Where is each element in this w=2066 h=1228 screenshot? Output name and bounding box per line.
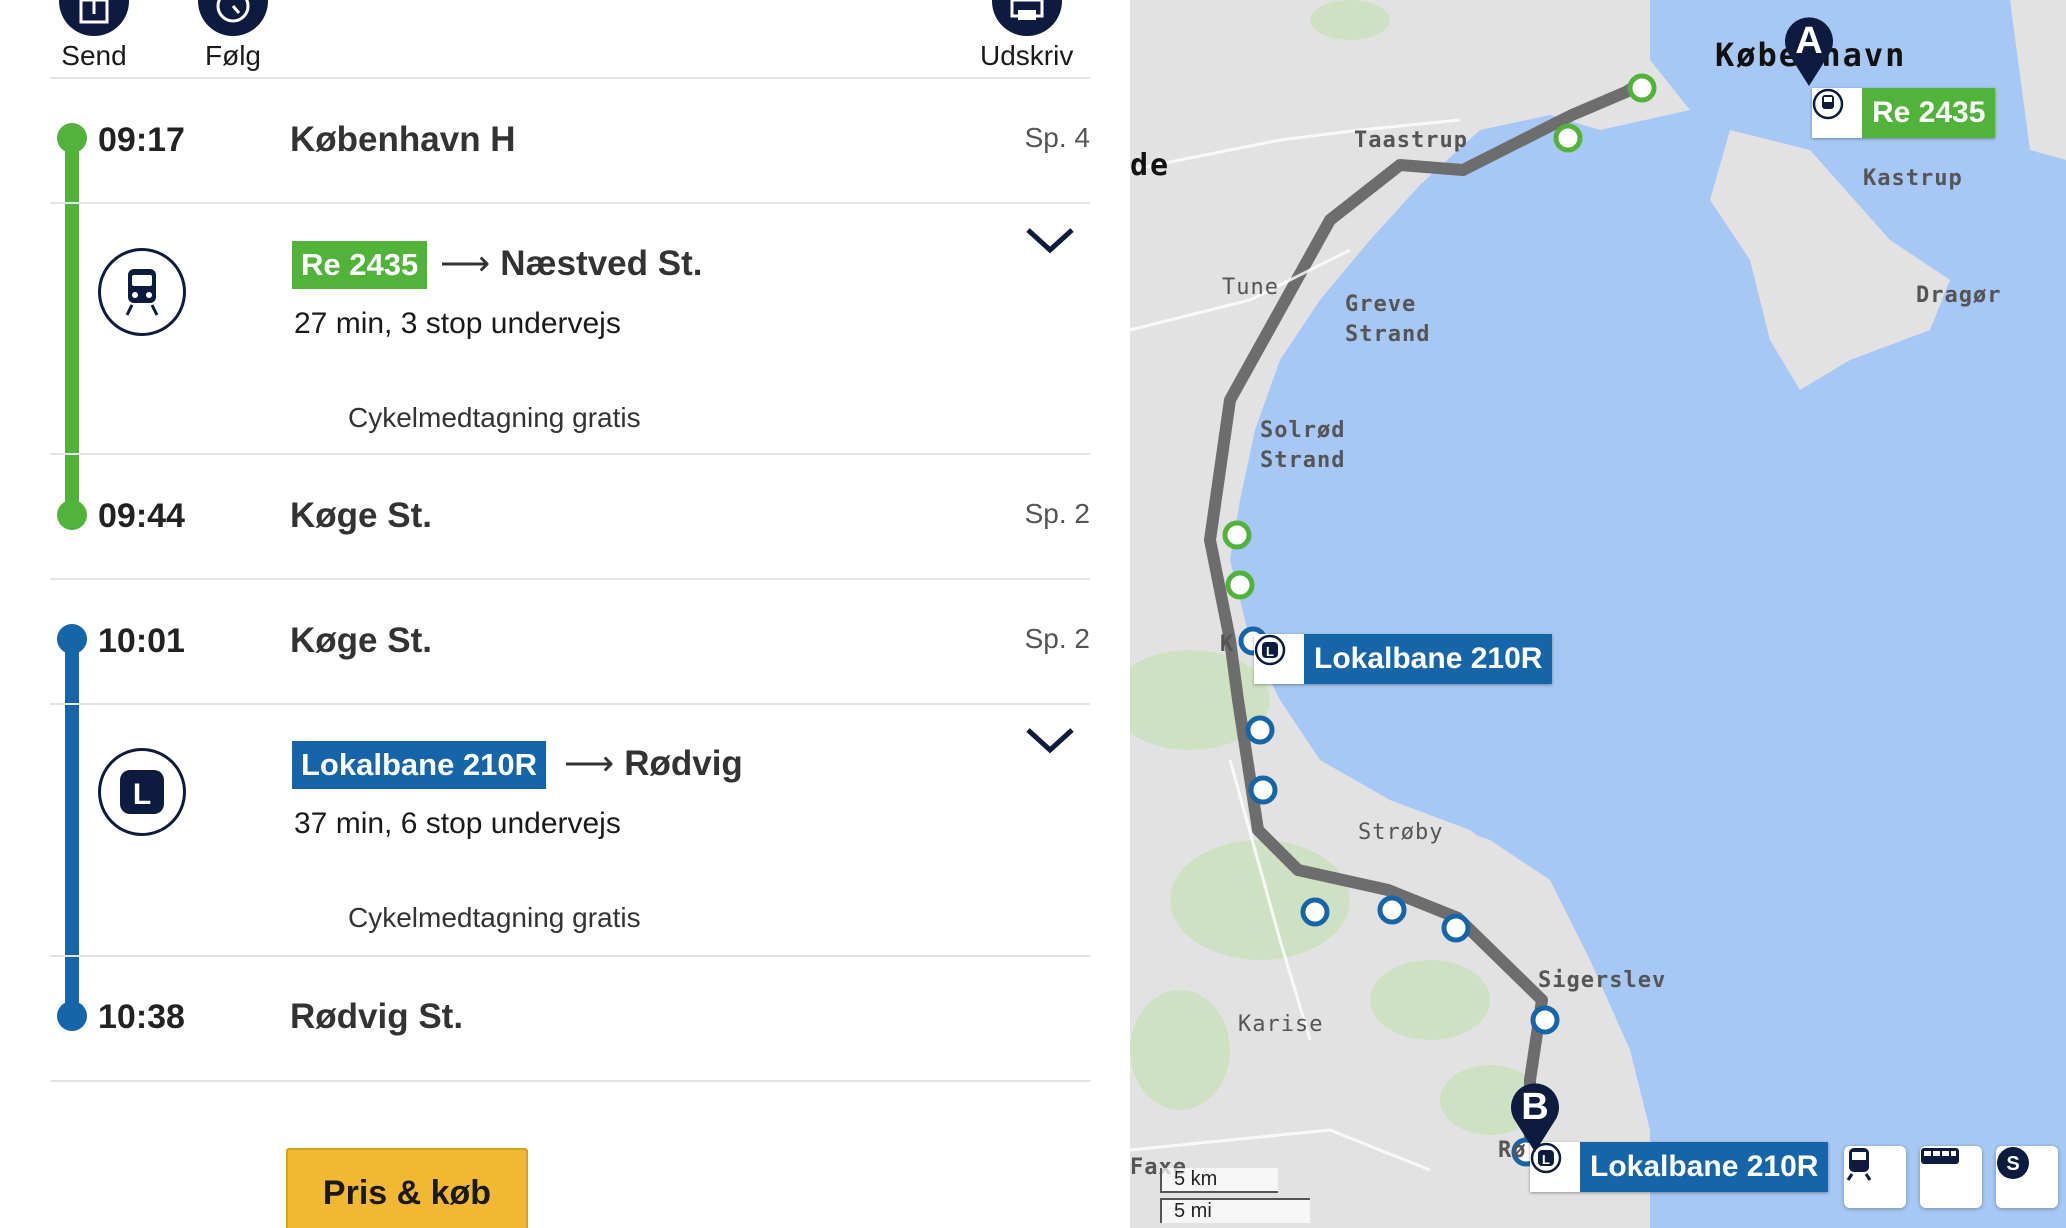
svg-text:L: L <box>1266 644 1274 659</box>
leg2-arrival-dot <box>57 1001 87 1031</box>
leg2-departure-track: Sp. 2 <box>1024 623 1090 654</box>
leg1-arrival-dot <box>57 500 87 530</box>
leg2-timeline <box>65 639 79 1016</box>
filter-train-button[interactable] <box>1844 1146 1906 1208</box>
leg1-bike-note: Cykelmedtagning gratis <box>348 402 641 433</box>
print-button[interactable]: Udskriv <box>980 0 1073 72</box>
leg2-bike-note: Cykelmedtagning gratis <box>348 902 641 933</box>
divider <box>50 1080 1090 1082</box>
place-label-greve: Greve Strand <box>1345 292 1431 347</box>
chevron-down-icon[interactable] <box>1024 225 1076 255</box>
train-icon <box>1846 1148 1872 1181</box>
map-tag-lokal-1-label: Lokalbane 210R <box>1304 634 1553 684</box>
place-label-taastrup: Taastrup <box>1354 128 1468 153</box>
divider <box>50 578 1090 580</box>
chevron-down-icon[interactable] <box>1024 725 1076 755</box>
leg1-destination: ⟶ Næstved St. <box>440 244 702 284</box>
leg2-arrival-time: 10:38 <box>98 998 185 1036</box>
scale-mi: 5 mi <box>1160 1198 1310 1223</box>
pin-b-label: B <box>1521 1086 1549 1128</box>
price-buy-button[interactable]: Pris & køb <box>286 1148 528 1228</box>
leg1-departure-track: Sp. 4 <box>1024 122 1090 153</box>
svg-text:L: L <box>1542 1152 1550 1167</box>
leg1-departure-station[interactable]: København H <box>290 120 516 160</box>
place-label-edge: de <box>1130 148 1171 183</box>
leg2-duration: 37 min, 6 stop undervejs <box>294 807 621 840</box>
map-tag-re[interactable]: Re 2435 <box>1812 88 1996 138</box>
arrow: ⟶ <box>440 244 491 283</box>
leg2-arrival-station[interactable]: Rødvig St. <box>290 997 463 1037</box>
place-label-edge-k: K <box>1220 632 1235 657</box>
divider <box>50 703 1090 705</box>
leg1-departure-time: 09:17 <box>98 121 185 159</box>
leg1-arrival-track: Sp. 2 <box>1024 498 1090 529</box>
send-label: Send <box>61 40 127 71</box>
leg2-departure-dot <box>57 624 87 654</box>
bus-icon <box>1921 1148 1959 1164</box>
leg1-line-badge[interactable]: Re 2435 <box>292 241 428 289</box>
leg2-line-badge[interactable]: Lokalbane 210R <box>292 741 547 789</box>
leg1-arrival-station[interactable]: Køge St. <box>290 496 432 536</box>
map-tag-lokal-2[interactable]: L Lokalbane 210R <box>1530 1142 1829 1192</box>
map-tag-lokal-2-label: Lokalbane 210R <box>1580 1142 1829 1192</box>
svg-text:L: L <box>133 778 151 811</box>
s-train-icon: S <box>1997 1147 2029 1179</box>
map-tag-re-label: Re 2435 <box>1862 88 1996 138</box>
place-label-solrod: Solrød Strand <box>1260 418 1346 473</box>
pin-a-label: A <box>1795 20 1823 62</box>
follow-label: Følg <box>205 40 261 71</box>
journey-panel: Send Følg Udskriv 09:17 København H Sp. … <box>0 0 1130 1228</box>
train-icon <box>1812 88 1862 138</box>
svg-text:S: S <box>2006 1153 2019 1175</box>
divider <box>50 77 1090 79</box>
share-icon <box>59 0 129 36</box>
divider <box>50 453 1090 455</box>
leg1-duration: 27 min, 3 stop undervejs <box>294 307 621 340</box>
place-label-karise: Karise <box>1238 1012 1324 1037</box>
leg2-destination: ⟶ Rødvig <box>564 744 743 784</box>
send-button[interactable]: Send <box>59 0 129 72</box>
train-icon <box>98 248 186 336</box>
arrow: ⟶ <box>564 744 615 783</box>
pin-a-marker-icon[interactable]: A <box>1782 14 1836 88</box>
filter-bus-button[interactable] <box>1920 1146 1982 1208</box>
local-train-icon: L <box>98 748 186 836</box>
leg1-departure-dot <box>57 123 87 153</box>
leg1-arrival-time: 09:44 <box>98 497 185 535</box>
leg2-departure-time: 10:01 <box>98 622 185 660</box>
clock-icon <box>198 0 268 36</box>
divider <box>50 202 1090 204</box>
scale-km: 5 km <box>1160 1168 1278 1193</box>
local-train-icon: L <box>1254 634 1304 684</box>
leg2-destination-name: Rødvig <box>624 744 743 783</box>
print-label: Udskriv <box>980 40 1074 71</box>
divider <box>50 955 1090 957</box>
printer-icon <box>991 0 1062 36</box>
route-map[interactable]: København Taastrup Kastrup Dragør Tune G… <box>1130 0 2066 1228</box>
place-label-stroby: Strøby <box>1358 820 1444 845</box>
filter-s-train-button[interactable]: S <box>1996 1146 2058 1208</box>
map-tag-lokal-1[interactable]: L Lokalbane 210R <box>1254 634 1553 684</box>
leg1-timeline <box>65 138 79 515</box>
follow-button[interactable]: Følg <box>198 0 268 72</box>
place-label-kastrup: Kastrup <box>1863 166 1963 191</box>
leg1-destination-name: Næstved St. <box>500 244 703 283</box>
place-label-tune: Tune <box>1222 275 1279 300</box>
leg2-departure-station[interactable]: Køge St. <box>290 621 432 661</box>
place-label-dragor: Dragør <box>1916 283 2002 308</box>
pin-b-marker-icon[interactable]: B <box>1508 1080 1562 1154</box>
place-label-sigerslev: Sigerslev <box>1538 968 1667 993</box>
